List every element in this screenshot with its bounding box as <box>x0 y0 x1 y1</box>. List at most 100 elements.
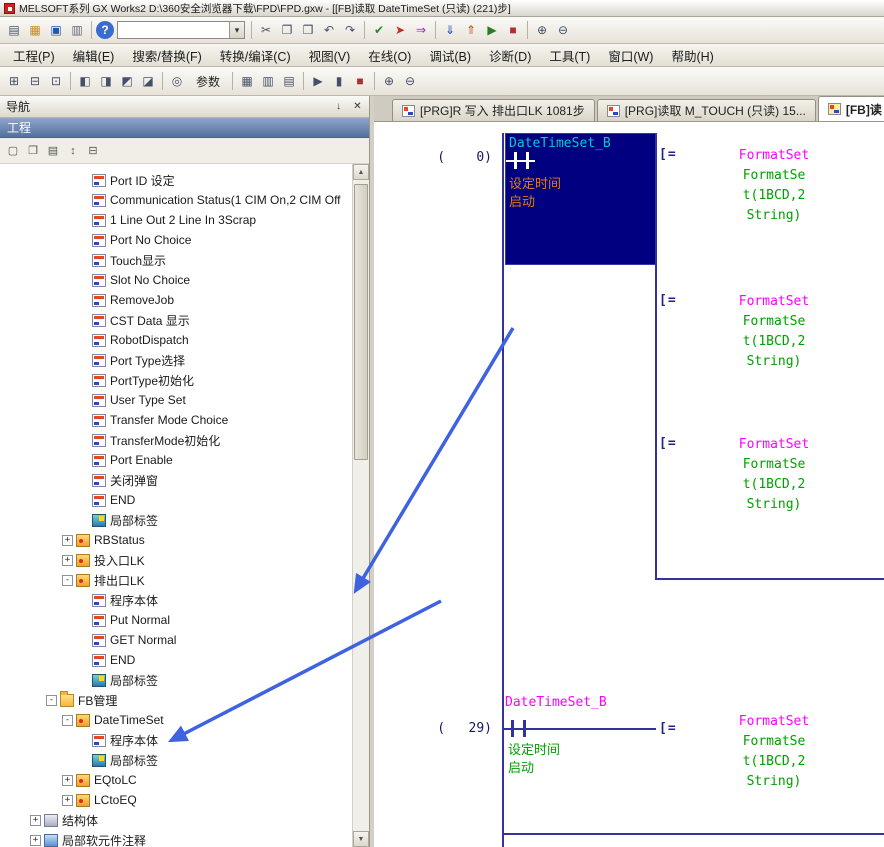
data-new-icon[interactable]: ▢ <box>4 142 22 160</box>
contact-symbol[interactable] <box>523 720 526 737</box>
paste-icon[interactable]: ❒ <box>298 20 318 40</box>
tree-item[interactable]: - 排出口LK <box>0 570 352 590</box>
read-from-plc-icon[interactable]: ⇑ <box>461 20 481 40</box>
tree-item[interactable]: Communication Status(1 CIM On,2 CIM Off <box>0 190 352 210</box>
chevron-down-icon[interactable]: ▾ <box>229 22 244 38</box>
convert-icon[interactable]: ➤ <box>390 20 410 40</box>
close-icon[interactable]: ✕ <box>350 99 365 114</box>
help-icon[interactable]: ? <box>96 21 114 39</box>
data-security-icon[interactable]: ▤ <box>44 142 62 160</box>
tree-item[interactable]: + LCtoEQ <box>0 790 352 810</box>
menu-item[interactable]: 诊断(D) <box>480 43 540 68</box>
tree-item[interactable]: 程序本体 <box>0 590 352 610</box>
ladder-edit-mode-icon[interactable]: ◧ <box>75 71 95 91</box>
dock-output-window-icon[interactable]: ⊡ <box>46 71 66 91</box>
monitor-write-mode-icon[interactable]: ▮ <box>329 71 349 91</box>
tree-item[interactable]: PortType初始化 <box>0 370 352 390</box>
tree-item[interactable]: 局部标签 <box>0 670 352 690</box>
write-to-plc-icon[interactable]: ⇓ <box>440 20 460 40</box>
menu-item[interactable]: 调试(B) <box>420 43 480 68</box>
new-project-icon[interactable]: ▤ <box>4 20 24 40</box>
tree-item[interactable]: CST Data 显示 <box>0 310 352 330</box>
sort-icon[interactable]: ↕ <box>64 142 82 160</box>
ladder-editor[interactable]: ( 0) DateTimeSet_B 设定时间 启动 [= FormatSet … <box>374 122 884 847</box>
document-tab[interactable]: [PRG]读取 M_TOUCH (只读) 15... <box>597 99 816 121</box>
menu-item[interactable]: 在线(O) <box>359 43 420 68</box>
tree-item[interactable]: + 结构体 <box>0 810 352 830</box>
tree-item[interactable]: TransferMode初始化 <box>0 430 352 450</box>
tree-item[interactable]: Port Type选择 <box>0 350 352 370</box>
tree-expander[interactable]: + <box>62 555 73 566</box>
tree-item[interactable]: RobotDispatch <box>0 330 352 350</box>
monitor-mode-icon[interactable]: ▶ <box>308 71 328 91</box>
cut-icon[interactable]: ✂ <box>256 20 276 40</box>
scroll-up-button[interactable]: ▲ <box>353 164 369 180</box>
tree-item[interactable]: + 局部软元件注释 <box>0 830 352 847</box>
tree-expander[interactable]: + <box>62 795 73 806</box>
monitor-stop-icon[interactable]: ■ <box>350 71 370 91</box>
tree-item[interactable]: + EQtoLC <box>0 770 352 790</box>
tree-item[interactable]: 程序本体 <box>0 730 352 750</box>
comparison-output[interactable]: [= FormatSet FormatSe t(1BCD,2 String) <box>655 146 855 232</box>
open-project-icon[interactable]: ▦ <box>25 20 45 40</box>
tree-item[interactable]: 局部标签 <box>0 510 352 530</box>
print-icon[interactable]: ▥ <box>67 20 87 40</box>
program-check-icon[interactable]: ✔ <box>369 20 389 40</box>
toolbar-combobox[interactable]: ▾ <box>117 21 245 39</box>
tree-expander[interactable]: - <box>62 715 73 726</box>
tree-item[interactable]: Port ID 设定 <box>0 170 352 190</box>
tree-item[interactable]: Transfer Mode Choice <box>0 410 352 430</box>
menu-item[interactable]: 编辑(E) <box>64 43 124 68</box>
convert-all-icon[interactable]: ⇒ <box>411 20 431 40</box>
monitor-start-icon[interactable]: ▶ <box>482 20 502 40</box>
tree-expander[interactable]: + <box>62 535 73 546</box>
comparison-output[interactable]: [= FormatSet FormatSe t(1BCD,2 String) <box>655 292 855 378</box>
tree-item[interactable]: User Type Set <box>0 390 352 410</box>
copy-icon[interactable]: ❐ <box>277 20 297 40</box>
menu-item[interactable]: 工具(T) <box>540 43 599 68</box>
tree-item[interactable]: Port Enable <box>0 450 352 470</box>
tree-expander[interactable]: + <box>30 835 41 846</box>
cross-reference-icon[interactable]: ◎ <box>167 71 187 91</box>
tree-item[interactable]: Put Normal <box>0 610 352 630</box>
tree-item[interactable]: 1 Line Out 2 Line In 3Scrap <box>0 210 352 230</box>
tree-item[interactable]: - DateTimeSet <box>0 710 352 730</box>
tree-item[interactable]: Touch显示 <box>0 250 352 270</box>
menu-item[interactable]: 工程(P) <box>4 43 64 68</box>
zoom-in-icon[interactable]: ⊕ <box>379 71 399 91</box>
zoom-out-icon[interactable]: ⊖ <box>553 20 573 40</box>
device-display-icon[interactable]: ▦ <box>237 71 257 91</box>
contact-symbol[interactable] <box>511 720 514 737</box>
read-mode-icon[interactable]: ◨ <box>96 71 116 91</box>
comparison-output[interactable]: [= FormatSet FormatSe t(1BCD,2 String) <box>655 435 855 521</box>
tree-item[interactable]: GET Normal <box>0 630 352 650</box>
tree-item[interactable]: RemoveJob <box>0 290 352 310</box>
comparison-output[interactable]: [= FormatSet FormatSe t(1BCD,2 String) <box>655 712 855 798</box>
dock-function-block-icon[interactable]: ⊟ <box>25 71 45 91</box>
tree-item[interactable]: + RBStatus <box>0 530 352 550</box>
menu-item[interactable]: 帮助(H) <box>662 43 722 68</box>
tree-item[interactable]: 关闭弹窗 <box>0 470 352 490</box>
redo-icon[interactable]: ↷ <box>340 20 360 40</box>
tree-item[interactable]: END <box>0 490 352 510</box>
copy-data-icon[interactable]: ❐ <box>24 142 42 160</box>
tree-item[interactable]: - FB管理 <box>0 690 352 710</box>
menu-item[interactable]: 搜索/替换(F) <box>123 43 210 68</box>
tree-expander[interactable]: + <box>62 775 73 786</box>
write-mode-icon[interactable]: ◩ <box>117 71 137 91</box>
tree-expander[interactable]: - <box>46 695 57 706</box>
collapse-all-icon[interactable]: ⊟ <box>84 142 102 160</box>
tree-item[interactable]: + 投入口LK <box>0 550 352 570</box>
undo-icon[interactable]: ↶ <box>319 20 339 40</box>
menu-item[interactable]: 转换/编译(C) <box>211 43 300 68</box>
comment-display-icon[interactable]: ◪ <box>138 71 158 91</box>
tree-item[interactable]: END <box>0 650 352 670</box>
save-project-icon[interactable]: ▣ <box>46 20 66 40</box>
zoom-in-icon[interactable]: ⊕ <box>532 20 552 40</box>
intelligent-module-monitor-icon[interactable]: ▤ <box>279 71 299 91</box>
scrollbar-track[interactable] <box>353 180 369 831</box>
pin-icon[interactable]: ↓ <box>331 99 346 114</box>
menu-item[interactable]: 窗口(W) <box>599 43 662 68</box>
tree-item[interactable]: Port No Choice <box>0 230 352 250</box>
menu-item[interactable]: 视图(V) <box>300 43 360 68</box>
